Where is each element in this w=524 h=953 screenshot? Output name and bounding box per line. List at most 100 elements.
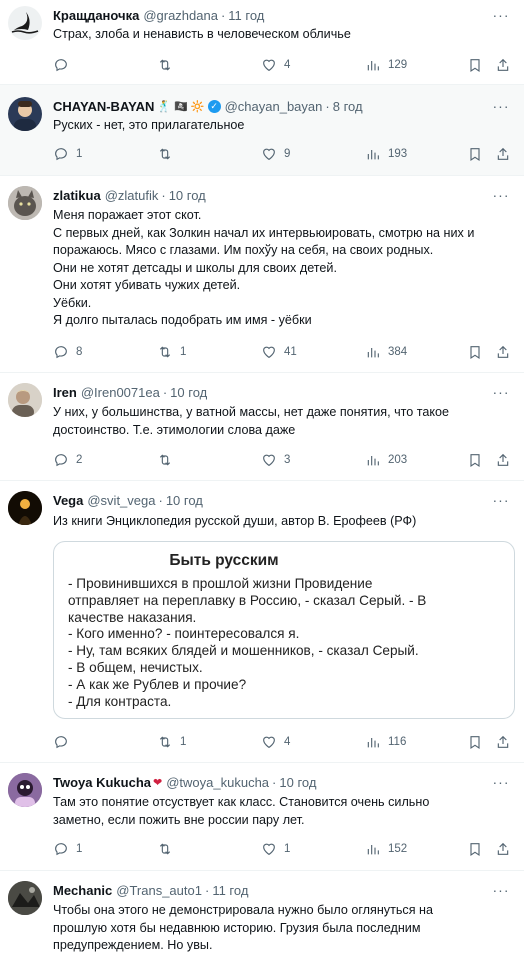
reply-button[interactable]: 1 xyxy=(53,840,82,858)
views-button[interactable]: 193 xyxy=(365,145,407,163)
bookmark-button[interactable] xyxy=(467,451,483,469)
reply-button[interactable]: 2 xyxy=(53,451,82,469)
bookmark-button[interactable] xyxy=(467,145,483,163)
like-button[interactable]: 9 xyxy=(261,145,290,163)
avatar[interactable] xyxy=(8,97,42,131)
author-handle[interactable]: @grazhdana xyxy=(143,8,218,23)
author-name[interactable]: Кращданочка xyxy=(53,8,139,23)
author-name[interactable]: CHAYAN-BAYAN xyxy=(53,99,154,114)
retweet-button[interactable] xyxy=(157,56,180,74)
share-button[interactable] xyxy=(495,840,511,858)
author-handle[interactable]: @twoya_kukucha xyxy=(166,775,269,790)
tweet[interactable]: Twoya Kukucha ❤ @twoya_kukucha · 10 год … xyxy=(0,763,524,871)
author-handle[interactable]: @Trans_auto1 xyxy=(116,883,202,898)
tweet[interactable]: zlatikua @zlatufik · 10 год ··· Меня пор… xyxy=(0,176,524,373)
retweet-button[interactable]: 1 xyxy=(157,733,186,751)
separator-dot: · xyxy=(162,384,168,400)
tweet[interactable]: Iren @Iren0071ea · 10 год ··· У них, у б… xyxy=(0,373,524,481)
more-icon[interactable]: ··· xyxy=(492,188,510,204)
reply-button[interactable]: 1 xyxy=(53,145,82,163)
more-icon[interactable]: ··· xyxy=(492,99,510,115)
share-icon xyxy=(497,345,509,358)
timestamp[interactable]: 11 год xyxy=(212,883,248,898)
author-handle[interactable]: @zlatufik xyxy=(105,188,159,203)
share-button[interactable] xyxy=(495,451,511,469)
bookmark-icon xyxy=(470,454,480,468)
author-handle[interactable]: @chayan_bayan xyxy=(225,99,323,114)
views-button[interactable]: 116 xyxy=(365,733,406,751)
timestamp[interactable]: 8 год xyxy=(333,99,363,114)
timestamp[interactable]: 10 год xyxy=(279,775,316,790)
more-icon[interactable]: ··· xyxy=(492,775,510,791)
tweet-line: Там это понятие отсуствует как класс. Ст… xyxy=(53,795,430,809)
avatar[interactable] xyxy=(8,6,42,40)
avatar-image xyxy=(8,773,42,807)
reply-button[interactable] xyxy=(53,56,76,74)
tweet[interactable]: Кращданочка @grazhdana · 11 год ··· Стра… xyxy=(0,0,524,85)
timestamp[interactable]: 10 год xyxy=(166,493,203,508)
bookmark-button[interactable] xyxy=(467,840,483,858)
share-button[interactable] xyxy=(495,145,511,163)
avatar-image xyxy=(8,383,42,417)
like-button[interactable]: 3 xyxy=(261,451,290,469)
avatar[interactable] xyxy=(8,773,42,807)
tweet-line: предупреждением. Но увы. xyxy=(53,938,213,952)
views-button[interactable]: 152 xyxy=(365,840,407,858)
timestamp[interactable]: 10 год xyxy=(170,385,207,400)
tweet[interactable]: CHAYAN-BAYAN 🕺 🏴‍☠️ 🔆 ✓ @chayan_bayan · … xyxy=(0,85,524,176)
author-name[interactable]: Twoya Kukucha xyxy=(53,775,151,790)
tweet-line: Уёбки. xyxy=(53,295,92,310)
tweet-text: Там это понятие отсуствует как класс. Ст… xyxy=(53,794,506,829)
like-icon xyxy=(263,59,275,72)
share-button[interactable] xyxy=(495,56,511,74)
retweet-button[interactable]: 1 xyxy=(157,343,186,361)
retweet-button[interactable] xyxy=(157,840,180,858)
avatar[interactable] xyxy=(8,383,42,417)
tweet[interactable]: Mechanic @Trans_auto1 · 11 год ··· Чтобы… xyxy=(0,871,524,953)
tweet-line: С первых дней, как Золкин начал их интер… xyxy=(53,225,475,240)
reply-button[interactable] xyxy=(53,733,76,751)
retweet-button[interactable] xyxy=(157,451,180,469)
retweet-icon xyxy=(159,59,171,71)
avatar[interactable] xyxy=(8,491,42,525)
more-icon[interactable]: ··· xyxy=(492,493,510,509)
author-handle[interactable]: @svit_vega xyxy=(87,493,155,508)
tweet-line: Они хотят убивать чужих детей. xyxy=(53,278,241,292)
like-button[interactable]: 4 xyxy=(261,56,290,74)
tweet[interactable]: Vega @svit_vega · 10 год ··· Из книги Эн… xyxy=(0,481,524,763)
bookmark-icon xyxy=(470,59,480,73)
tweet-line: У них, у большинства, у ватной массы, не… xyxy=(53,405,450,419)
avatar[interactable] xyxy=(8,186,42,220)
avatar[interactable] xyxy=(8,881,42,915)
bookmark-button[interactable] xyxy=(467,343,483,361)
retweet-icon xyxy=(159,346,171,358)
card-line: отправляет на переплавку в Россию, - ска… xyxy=(68,592,427,608)
author-handle[interactable]: @Iren0071ea xyxy=(81,385,160,400)
tweet-line: достоинство. Т.е. этимологии слова даже xyxy=(53,422,296,437)
like-button[interactable]: 1 xyxy=(261,840,290,858)
retweet-button[interactable] xyxy=(157,145,180,163)
bookmark-button[interactable] xyxy=(467,56,483,74)
author-name[interactable]: Iren xyxy=(53,385,77,400)
more-icon[interactable]: ··· xyxy=(492,385,510,401)
more-icon[interactable]: ··· xyxy=(492,8,510,24)
author-name[interactable]: Vega xyxy=(53,493,83,508)
reply-button[interactable]: 8 xyxy=(53,343,82,361)
bookmark-button[interactable] xyxy=(467,733,483,751)
author-name[interactable]: Mechanic xyxy=(53,883,112,898)
like-button[interactable]: 4 xyxy=(261,733,290,751)
views-button[interactable]: 129 xyxy=(365,56,407,74)
timestamp[interactable]: 10 год xyxy=(169,188,206,203)
tweet-text: Страх, злоба и ненависть в человеческом … xyxy=(53,26,506,44)
attached-image-card[interactable]: Быть русским - Провинившихся в прошлой ж… xyxy=(53,541,515,719)
like-button[interactable]: 41 xyxy=(261,343,297,361)
views-button[interactable]: 384 xyxy=(365,343,407,361)
tweet-line: Меня поражает этот скот. xyxy=(53,208,202,222)
share-button[interactable] xyxy=(495,733,511,751)
author-name[interactable]: zlatikua xyxy=(53,188,101,203)
more-icon[interactable]: ··· xyxy=(492,883,510,899)
timestamp[interactable]: 11 год xyxy=(228,8,264,23)
bookmark-icon xyxy=(470,736,480,750)
views-button[interactable]: 203 xyxy=(365,451,407,469)
share-button[interactable] xyxy=(495,343,511,361)
